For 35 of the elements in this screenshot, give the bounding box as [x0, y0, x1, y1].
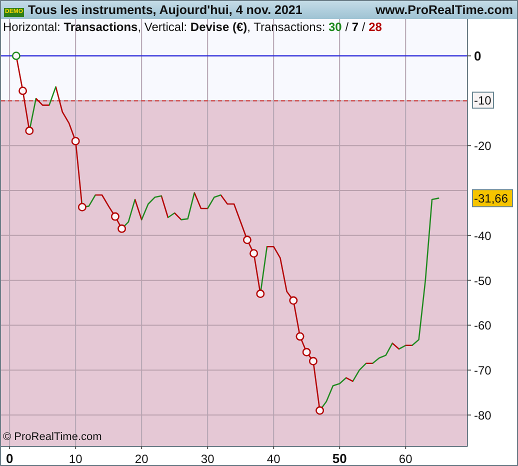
x-axis-label: 40 [266, 452, 280, 466]
copyright-text: © ProRealTime.com [3, 431, 102, 443]
trade-marker [118, 224, 126, 233]
trade-marker [25, 126, 34, 136]
trade-marker [316, 406, 324, 415]
trade-marker [110, 212, 120, 221]
last-value-label: -31,66 [472, 189, 513, 208]
trade-marker [296, 332, 304, 341]
y-axis-label: 0 [474, 48, 482, 64]
trade-marker [18, 86, 28, 96]
x-axis-label: 30 [200, 452, 214, 466]
trade-marker [12, 52, 20, 60]
trade-marker [242, 236, 252, 244]
trade-marker [71, 136, 80, 146]
trade-marker [289, 296, 298, 305]
y-axis-label: -60 [474, 318, 492, 333]
y-axis-label: -20 [474, 139, 492, 154]
trade-marker [302, 348, 311, 356]
window-title: Tous les instruments, Aujourd'hui, 4 nov. 2021 [28, 3, 302, 17]
chart-legend: Horizontal: Transactions, Vertical: Devise (€), Transactions: 30 / 7 / 28 [3, 20, 382, 34]
trade-marker [78, 202, 86, 212]
trade-marker [256, 290, 265, 298]
threshold-label: -10 [472, 92, 494, 109]
x-axis-label: 20 [134, 452, 148, 466]
x-axis-label: 0 [6, 451, 14, 466]
trade-marker [308, 356, 318, 366]
y-axis-label: -80 [474, 408, 492, 423]
y-axis-label: -40 [474, 228, 492, 243]
x-axis-label: 50 [332, 451, 347, 466]
y-axis-label: -50 [474, 274, 492, 288]
y-axis-label: -70 [474, 364, 492, 378]
trade-marker [250, 249, 258, 258]
x-axis-label: 60 [398, 452, 412, 466]
website-link[interactable]: www.ProRealTime.com [375, 3, 513, 17]
x-axis-label: 10 [68, 452, 82, 466]
